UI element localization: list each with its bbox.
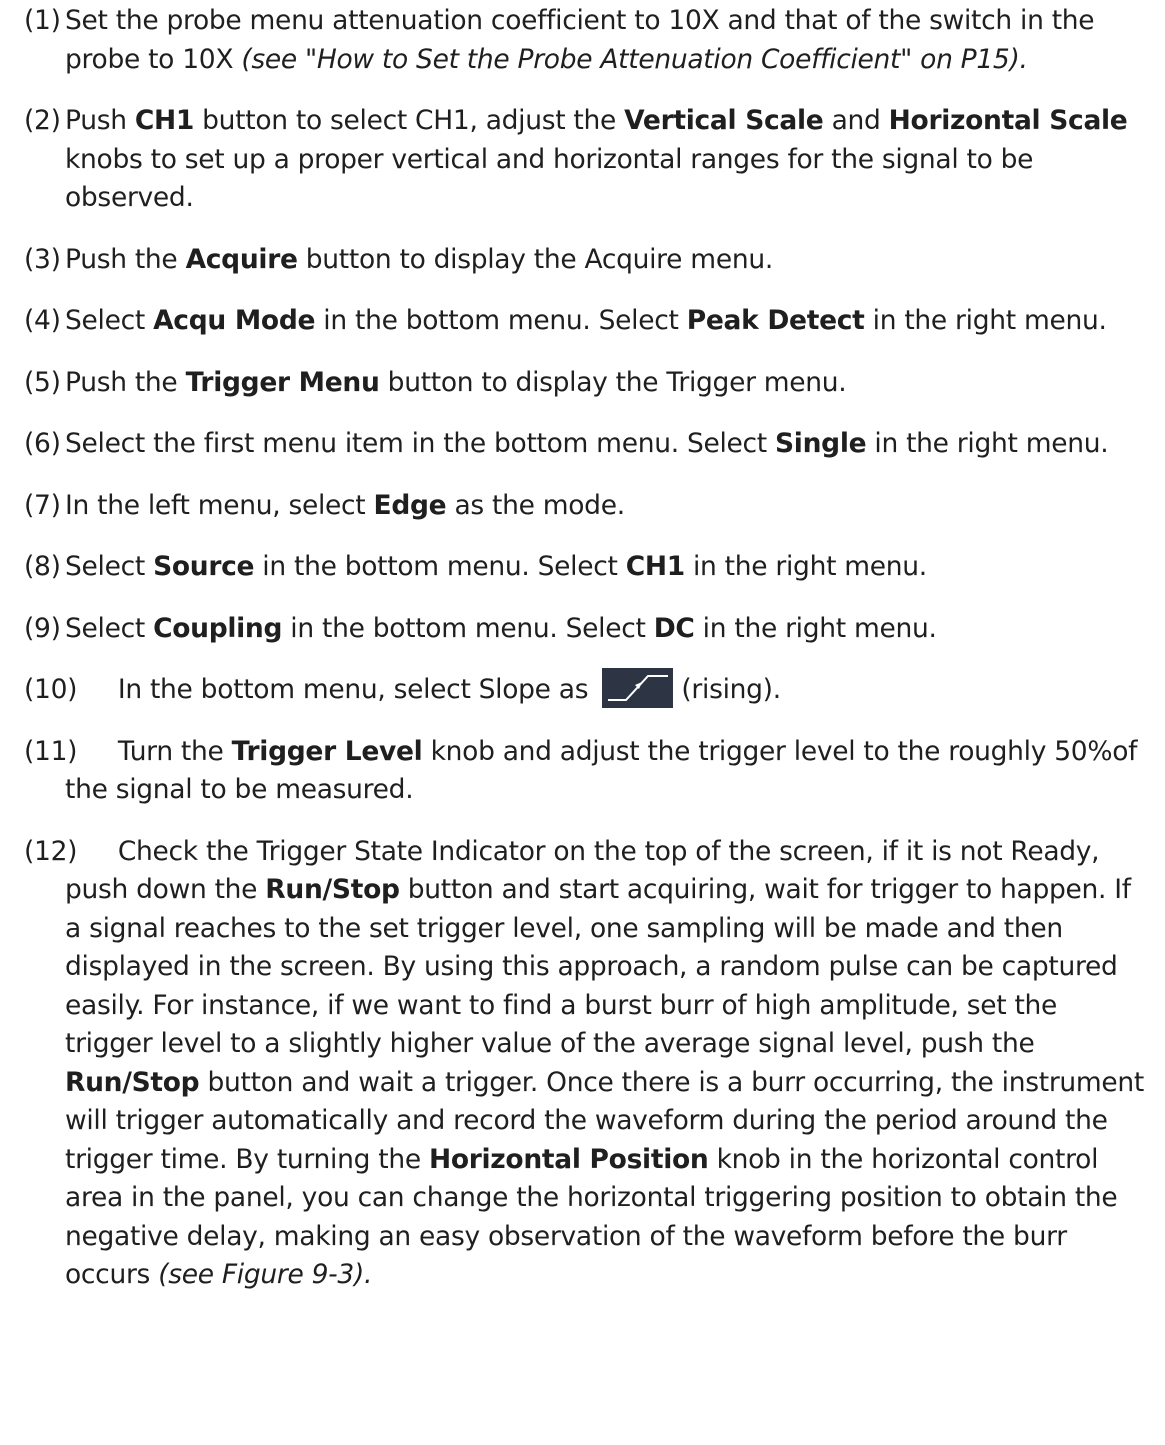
- step-number: (10): [24, 674, 78, 705]
- step-number: (2): [24, 105, 61, 136]
- emphasized-term: Trigger Level: [231, 735, 423, 767]
- step-text: Push the Acquire button to display the A…: [65, 244, 773, 275]
- emphasized-term: Horizontal Position: [428, 1143, 709, 1175]
- emphasized-term: Coupling: [153, 612, 283, 644]
- text-run: in the bottom menu. Select: [254, 551, 626, 582]
- text-run: knobs to set up a proper vertical and ho…: [65, 143, 1034, 214]
- text-run: in the right menu.: [694, 612, 937, 644]
- emphasized-term: Source: [153, 551, 255, 582]
- text-run: in the right menu.: [864, 305, 1107, 336]
- step-text: Select Acqu Mode in the bottom menu. Sel…: [65, 305, 1107, 336]
- step-number: (5): [24, 366, 61, 398]
- emphasized-term: CH1: [134, 105, 195, 136]
- text-run: in the bottom menu. Select: [282, 612, 654, 644]
- procedure-steps: (1) Set the probe menu attenuation coeffi…: [24, 2, 1144, 1295]
- emphasized-term: Peak Detect: [686, 305, 865, 336]
- step-number: (11): [24, 735, 78, 767]
- step-text: Select the first menu item in the bottom…: [65, 428, 1109, 459]
- text-run: Select: [65, 551, 154, 582]
- procedure-step: (10) In the bottom menu, select Slope as…: [24, 667, 1144, 710]
- text-run: button to display the Acquire menu.: [297, 243, 773, 275]
- procedure-step: (12) Check the Trigger State Indicator o…: [24, 833, 1144, 1295]
- step-number: (9): [24, 612, 61, 644]
- number-gap: [77, 674, 118, 705]
- cross-reference: (see Figure 9-3).: [158, 1259, 373, 1290]
- emphasized-term: Run/Stop: [65, 1066, 200, 1098]
- text-run: In the bottom menu, select Slope as: [117, 674, 597, 705]
- step-text: In the bottom menu, select Slope as (ris…: [117, 667, 781, 708]
- procedure-step: (4) Select Acqu Mode in the bottom menu. …: [24, 302, 1144, 341]
- step-number: (12): [24, 835, 78, 867]
- step-text: Select Source in the bottom menu. Select…: [65, 551, 927, 582]
- text-run: Push the: [65, 243, 186, 275]
- emphasized-term: Trigger Menu: [185, 366, 380, 398]
- document-page: (1) Set the probe menu attenuation coeffi…: [24, 2, 1144, 1318]
- emphasized-term: DC: [653, 612, 695, 644]
- emphasized-term: Run/Stop: [265, 874, 400, 905]
- text-run: button to display the Trigger menu.: [379, 366, 847, 398]
- text-run: Select: [65, 305, 154, 336]
- step-number: (7): [24, 489, 61, 521]
- step-text: Push the Trigger Menu button to display …: [65, 366, 847, 398]
- number-gap: [77, 836, 118, 867]
- text-run: In the left menu, select: [65, 489, 374, 521]
- text-run: (rising).: [681, 674, 781, 705]
- emphasized-term: CH1: [625, 551, 685, 582]
- procedure-step: (5) Push the Trigger Menu button to displ…: [24, 364, 1144, 403]
- step-number: (8): [24, 551, 61, 582]
- text-run: and: [823, 105, 889, 136]
- emphasized-term: Edge: [373, 489, 447, 521]
- procedure-step: (9) Select Coupling in the bottom menu. S…: [24, 610, 1144, 649]
- step-number: (4): [24, 305, 61, 336]
- cross-reference: (see "How to Set the Probe Attenuation C…: [241, 43, 1028, 75]
- text-run: Select the first menu item in the bottom…: [65, 428, 776, 459]
- emphasized-term: Vertical Scale: [624, 105, 824, 136]
- text-run: in the right menu.: [866, 428, 1109, 459]
- emphasized-term: Horizontal Scale: [888, 105, 1128, 136]
- step-text: Check the Trigger State Indicator on the…: [65, 836, 1144, 1291]
- text-run: in the bottom menu. Select: [315, 305, 687, 336]
- text-run: Push the: [65, 366, 186, 398]
- emphasized-term: Single: [775, 428, 867, 459]
- text-run: Turn the: [117, 735, 232, 767]
- procedure-step: (7) In the left menu, select Edge as the …: [24, 487, 1144, 526]
- step-number: (3): [24, 243, 61, 275]
- step-number: (1): [24, 5, 61, 36]
- emphasized-term: Acquire: [185, 243, 298, 275]
- number-gap: [77, 736, 118, 767]
- step-text: Push CH1 button to select CH1, adjust th…: [65, 105, 1128, 214]
- emphasized-term: Acqu Mode: [153, 305, 316, 336]
- rising-slope-icon: [602, 667, 674, 708]
- procedure-step: (1) Set the probe menu attenuation coeffi…: [24, 2, 1144, 79]
- text-run: Push: [65, 105, 135, 136]
- step-text: In the left menu, select Edge as the mod…: [65, 490, 625, 521]
- procedure-step: (2) Push CH1 button to select CH1, adjust…: [24, 102, 1144, 218]
- procedure-step: (3) Push the Acquire button to display th…: [24, 241, 1144, 280]
- procedure-step: (11) Turn the Trigger Level knob and adj…: [24, 733, 1144, 810]
- step-text: Set the probe menu attenuation coefficie…: [65, 5, 1095, 75]
- procedure-step: (8) Select Source in the bottom menu. Sel…: [24, 548, 1144, 587]
- text-run: as the mode.: [446, 489, 625, 521]
- text-run: button to select CH1, adjust the: [194, 105, 625, 136]
- procedure-step: (6) Select the first menu item in the bot…: [24, 425, 1144, 464]
- text-run: Select: [65, 612, 154, 644]
- step-text: Turn the Trigger Level knob and adjust t…: [65, 736, 1137, 806]
- step-text: Select Coupling in the bottom menu. Sele…: [65, 613, 937, 644]
- text-run: in the right menu.: [684, 551, 927, 582]
- step-number: (6): [24, 428, 61, 459]
